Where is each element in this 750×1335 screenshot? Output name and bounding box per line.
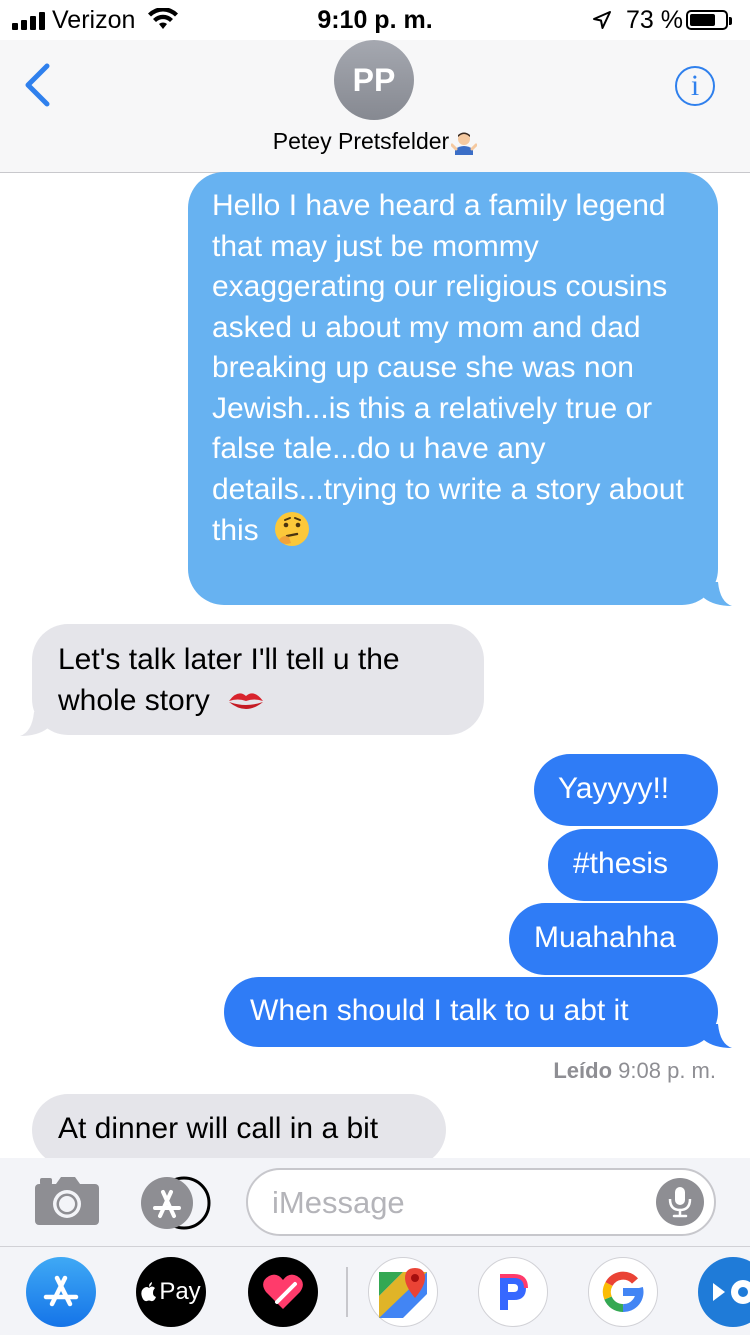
message-text: When should I talk to u abt it — [250, 994, 629, 1027]
bubble-tail — [704, 582, 732, 606]
thinking-face-icon — [275, 512, 310, 546]
message-text: At dinner will call in a bit — [58, 1112, 379, 1145]
location-arrow-icon — [593, 11, 611, 29]
message-field[interactable] — [246, 1168, 716, 1236]
apple-pay-label: Pay — [159, 1278, 201, 1305]
message-input[interactable] — [270, 1182, 644, 1224]
compose-bar — [0, 1158, 750, 1246]
apple-pay-app[interactable]: Pay — [136, 1257, 206, 1327]
battery-icon — [686, 10, 732, 30]
contact-name: Petey Pretsfelder — [272, 128, 450, 154]
kiss-mark-icon — [229, 692, 264, 709]
dictation-button[interactable] — [656, 1178, 704, 1226]
message-bubble-sent[interactable]: Yayyyy!! — [534, 754, 718, 826]
message-text: Yayyyy!! — [558, 772, 670, 805]
bubble-tail — [704, 1024, 732, 1048]
google-maps-icon — [379, 1268, 427, 1318]
back-chevron-icon[interactable] — [22, 62, 52, 108]
google-app[interactable] — [588, 1257, 658, 1327]
conversation-header: PP Petey Pretsfelder i — [0, 40, 750, 173]
app-drawer: Pay — [0, 1246, 750, 1335]
pandora-app[interactable] — [478, 1257, 548, 1327]
camera-icon[interactable] — [34, 1176, 100, 1226]
message-text: Muahahha — [534, 921, 676, 954]
message-bubble-sent[interactable]: Hello I have heard a family legend that … — [188, 172, 718, 605]
read-receipt: Leído 9:08 p. m. — [553, 1058, 716, 1084]
status-bar: Verizon 9:10 p. m. 73 % — [0, 0, 750, 40]
microphone-icon — [668, 1187, 692, 1218]
app-store-button-icon[interactable] — [140, 1176, 214, 1230]
message-text: Hello I have heard a family legend that … — [212, 189, 684, 547]
drawer-divider — [346, 1267, 348, 1317]
person-shrugging-icon — [451, 132, 478, 155]
message-bubble-received[interactable]: At dinner will call in a bit — [32, 1094, 446, 1166]
message-bubble-sent[interactable]: When should I talk to u abt it — [224, 977, 718, 1047]
info-button[interactable]: i — [675, 66, 715, 106]
tripadvisor-app[interactable] — [698, 1257, 750, 1327]
read-receipt-time: 9:08 p. m. — [618, 1058, 716, 1083]
message-text: #thesis — [573, 847, 669, 880]
google-maps-app[interactable] — [368, 1257, 438, 1327]
google-icon — [602, 1271, 644, 1312]
app-store-icon — [43, 1275, 79, 1307]
tripadvisor-icon — [713, 1280, 750, 1304]
message-bubble-sent[interactable]: Muahahha — [509, 903, 718, 975]
message-bubble-sent[interactable]: #thesis — [548, 829, 718, 901]
message-bubble-received[interactable]: Let's talk later I'll tell u the whole s… — [32, 624, 484, 735]
apple-pay-icon — [141, 1282, 157, 1302]
app-store-app[interactable] — [26, 1257, 96, 1327]
contact-name-row[interactable]: Petey Pretsfelder — [0, 128, 750, 155]
battery-percent: 73 % — [626, 6, 683, 34]
digital-touch-icon — [263, 1274, 303, 1309]
digital-touch-app[interactable] — [248, 1257, 318, 1327]
contact-avatar[interactable]: PP — [334, 40, 414, 120]
bubble-tail — [20, 712, 48, 736]
info-icon: i — [690, 69, 700, 102]
read-receipt-label: Leído — [553, 1058, 613, 1083]
pandora-icon — [500, 1274, 528, 1310]
